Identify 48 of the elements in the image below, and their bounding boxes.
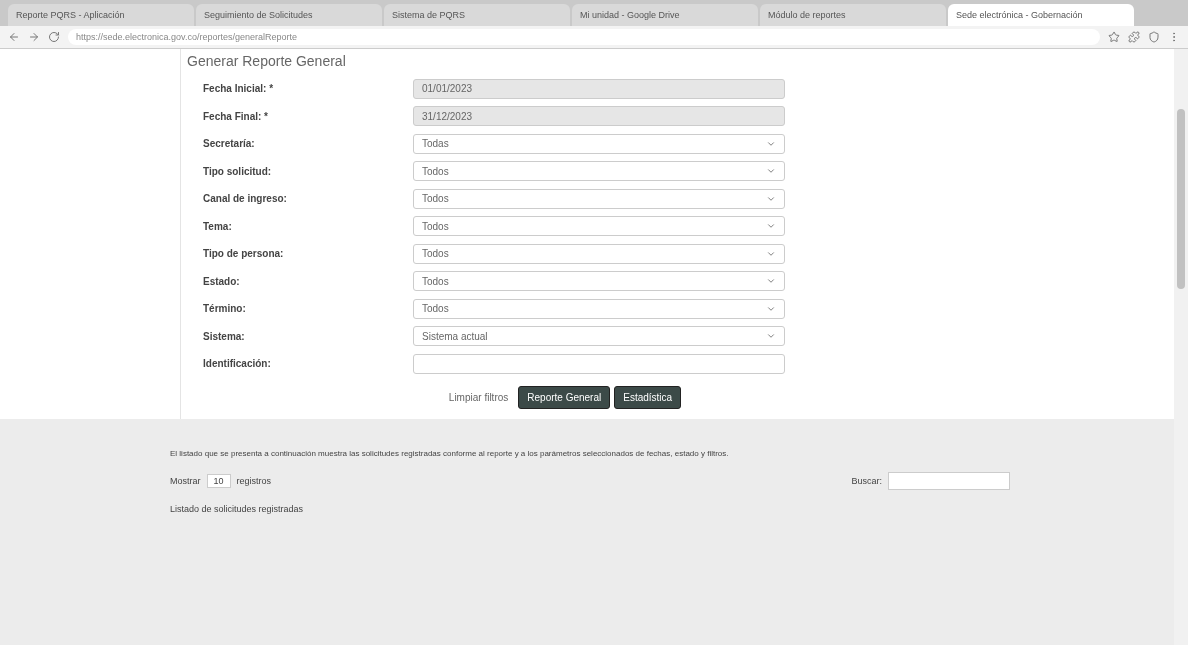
field-label: Estado: (203, 275, 241, 287)
field-label: Secretaría: (203, 138, 256, 150)
back-icon[interactable] (8, 31, 20, 43)
date-field[interactable]: 01/01/2023 (413, 78, 785, 99)
browser-tab[interactable]: Sede electrónica - Gobernación (948, 4, 1134, 26)
shield-icon[interactable] (1148, 31, 1160, 43)
forward-icon[interactable] (28, 31, 40, 43)
browser-tab[interactable]: Módulo de reportes (760, 4, 946, 26)
date-field[interactable]: 31/12/2023 (413, 106, 785, 127)
select-field[interactable]: Todos (413, 243, 785, 264)
select-field[interactable]: Todos (413, 188, 785, 209)
field-label: Fecha Final: * (203, 110, 269, 122)
select-field[interactable]: Todos (413, 216, 785, 237)
search-field[interactable] (888, 471, 1010, 490)
field-label: Tema: (203, 220, 233, 232)
reload-icon[interactable] (48, 31, 60, 43)
table-caption: Listado de solicitudes registradas (170, 503, 305, 514)
field-label: Término: (203, 303, 247, 315)
scroll-thumb[interactable] (1177, 109, 1185, 289)
address-bar[interactable]: https://sede.electronica.gov.co/reportes/generalReporte (68, 29, 1100, 45)
browser-tab[interactable]: Sistema de PQRS (384, 4, 570, 26)
clear-filters-link[interactable]: Limpiar filtros (442, 390, 515, 404)
report-button[interactable]: Estadística (614, 385, 682, 409)
select-field[interactable]: Todos (413, 298, 785, 319)
info-text: El listado que se presenta a continuación muestra las solicitudes registradas conforme al reporte y a los parámetros seleccionados de fechas, estado y filtros. (170, 448, 730, 458)
report-button[interactable]: Reporte General (518, 385, 611, 409)
page-size-select[interactable]: 10 (206, 473, 231, 488)
select-field[interactable]: Todas (413, 133, 785, 154)
field-label: Identificación: (203, 358, 272, 370)
browser-tab[interactable]: Seguimiento de Solicitudes (196, 4, 382, 26)
show-label: Mostrar (170, 475, 201, 486)
field-label: Sistema: (203, 330, 246, 342)
field-label: Tipo de persona: (203, 248, 285, 260)
select-field[interactable]: Todos (413, 161, 785, 182)
extensions-icon[interactable] (1128, 31, 1140, 43)
browser-tab[interactable]: Reporte PQRS - Aplicación (8, 4, 194, 26)
scrollbar[interactable] (1174, 49, 1188, 645)
field-label: Canal de ingreso: (203, 193, 288, 205)
input-field[interactable] (413, 353, 785, 374)
field-label: Tipo solicitud: (203, 165, 273, 177)
field-label: Fecha Inicial: * (203, 83, 275, 95)
form-title: Generar Reporte General (187, 53, 347, 69)
search-label: Buscar: (851, 475, 882, 486)
select-field[interactable]: Sistema actual (413, 326, 785, 347)
select-field[interactable]: Todos (413, 271, 785, 292)
records-label: registros (236, 475, 272, 486)
bookmark-icon[interactable] (1108, 31, 1120, 43)
browser-tab[interactable]: Mi unidad - Google Drive (572, 4, 758, 26)
